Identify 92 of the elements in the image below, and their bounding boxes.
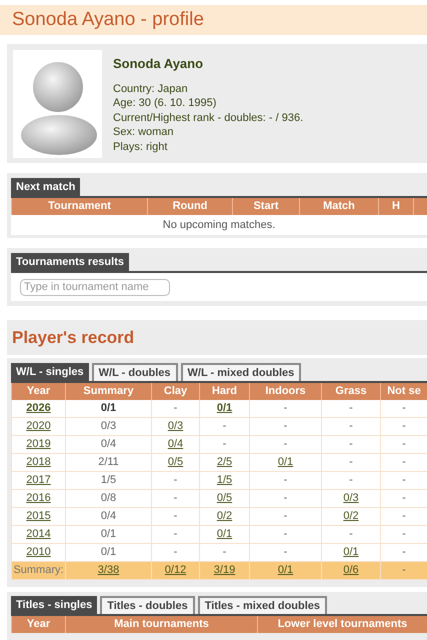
table-cell: - — [321, 526, 380, 543]
link[interactable]: 2017 — [26, 472, 51, 489]
table-cell: 0/1 — [65, 544, 151, 561]
table-cell: 0/1 — [65, 526, 151, 543]
table-cell: - — [199, 436, 249, 453]
page-title: Sonoda Ayano - profile — [0, 5, 427, 35]
table-cell: 0/4 — [65, 436, 151, 453]
table-cell: Summary: — [11, 562, 65, 579]
tab[interactable]: Titles - doubles — [100, 596, 195, 614]
table-cell: - — [380, 562, 427, 579]
link[interactable]: 0/1 — [216, 526, 232, 543]
link[interactable]: 0/1 — [278, 454, 294, 471]
table-cell: - — [380, 436, 427, 453]
table-cell: - — [151, 508, 199, 525]
table-cell: 2/11 — [65, 454, 151, 471]
table-cell: - — [249, 526, 321, 543]
link[interactable]: 0/1 — [278, 562, 294, 579]
table-cell: - — [380, 490, 427, 507]
link[interactable]: 2020 — [26, 418, 51, 435]
table-cell: - — [199, 418, 249, 435]
link[interactable]: 0/12 — [164, 562, 186, 579]
table-cell: 0/1 — [65, 400, 151, 417]
table-cell: - — [249, 490, 321, 507]
profile-detail: Current/Highest rank - doubles: - / 936. — [113, 110, 304, 125]
link[interactable]: 0/2 — [216, 508, 232, 525]
link[interactable]: 2018 — [26, 454, 51, 471]
link[interactable]: 2016 — [26, 490, 51, 507]
link[interactable]: 2015 — [26, 508, 51, 525]
table-cell: - — [321, 472, 380, 489]
tab[interactable]: Titles - mixed doubles — [198, 596, 328, 614]
link[interactable]: 0/3 — [168, 418, 184, 435]
table-cell: - — [249, 508, 321, 525]
table-cell: - — [380, 418, 427, 435]
link[interactable]: 2/5 — [216, 454, 232, 471]
tab[interactable]: Next match — [11, 178, 80, 196]
tab[interactable]: W/L - doubles — [92, 363, 178, 381]
tab[interactable]: W/L - mixed doubles — [180, 363, 302, 381]
link[interactable]: 0/5 — [168, 454, 184, 471]
table-cell: - — [321, 400, 380, 417]
table-cell: - — [249, 544, 321, 561]
column-header: Main tournaments — [65, 616, 257, 633]
table-cell: - — [249, 400, 321, 417]
column-header: Year — [11, 616, 65, 633]
avatar-icon — [13, 50, 102, 158]
link[interactable]: 0/3 — [343, 490, 359, 507]
player-name: Sonoda Ayano — [113, 55, 204, 73]
table-cell: - — [380, 400, 427, 417]
link[interactable]: 0/2 — [343, 508, 359, 525]
link[interactable]: 0/6 — [343, 562, 359, 579]
table-cell: - — [321, 454, 380, 471]
column-header: Lower level tournaments — [257, 616, 427, 633]
table-cell: - — [249, 436, 321, 453]
tab[interactable]: W/L - singles — [11, 363, 89, 381]
table-cell: - — [151, 544, 199, 561]
profile-detail: Plays: right — [113, 140, 168, 154]
tab[interactable]: Titles - singles — [11, 596, 98, 614]
link[interactable]: 0/1 — [216, 400, 232, 417]
table-cell: - — [249, 418, 321, 435]
link[interactable]: 0/4 — [168, 436, 184, 453]
link[interactable]: 0/1 — [343, 544, 359, 561]
profile-detail: Sex: woman — [113, 125, 175, 140]
table-cell: - — [380, 454, 427, 471]
table-cell: - — [380, 508, 427, 525]
link[interactable]: 3/19 — [214, 562, 236, 579]
tab[interactable]: Tournaments results — [11, 253, 129, 271]
profile-detail: Country: Japan — [113, 82, 189, 96]
table-cell: 0/8 — [65, 490, 151, 507]
table-cell: 1/5 — [65, 472, 151, 489]
table-cell: - — [151, 400, 199, 417]
table-cell: - — [321, 436, 380, 453]
empty-message: No upcoming matches. — [11, 215, 427, 235]
table-cell: - — [380, 472, 427, 489]
table-cell: - — [151, 490, 199, 507]
link[interactable]: 1/5 — [216, 472, 232, 489]
table-cell: - — [151, 526, 199, 543]
link[interactable]: 2026 — [26, 400, 51, 417]
table-cell: - — [249, 472, 321, 489]
link[interactable]: 0/5 — [216, 490, 232, 507]
search-field[interactable]: Type in tournament name — [20, 278, 170, 296]
table-cell: - — [380, 526, 427, 543]
link[interactable]: 2014 — [26, 526, 51, 543]
profile-detail: Age: 30 (6. 10. 1995) — [113, 96, 218, 110]
table-cell: 0/4 — [65, 508, 151, 525]
table-cell: - — [199, 544, 249, 561]
link[interactable]: 2010 — [26, 544, 51, 561]
table-cell: - — [321, 418, 380, 435]
link[interactable]: 3/38 — [98, 562, 120, 579]
table-cell: - — [380, 544, 427, 561]
link[interactable]: 2019 — [26, 436, 51, 453]
section-heading: Player's record — [7, 320, 427, 355]
table-cell: 0/3 — [65, 418, 151, 435]
table-cell: - — [151, 472, 199, 489]
